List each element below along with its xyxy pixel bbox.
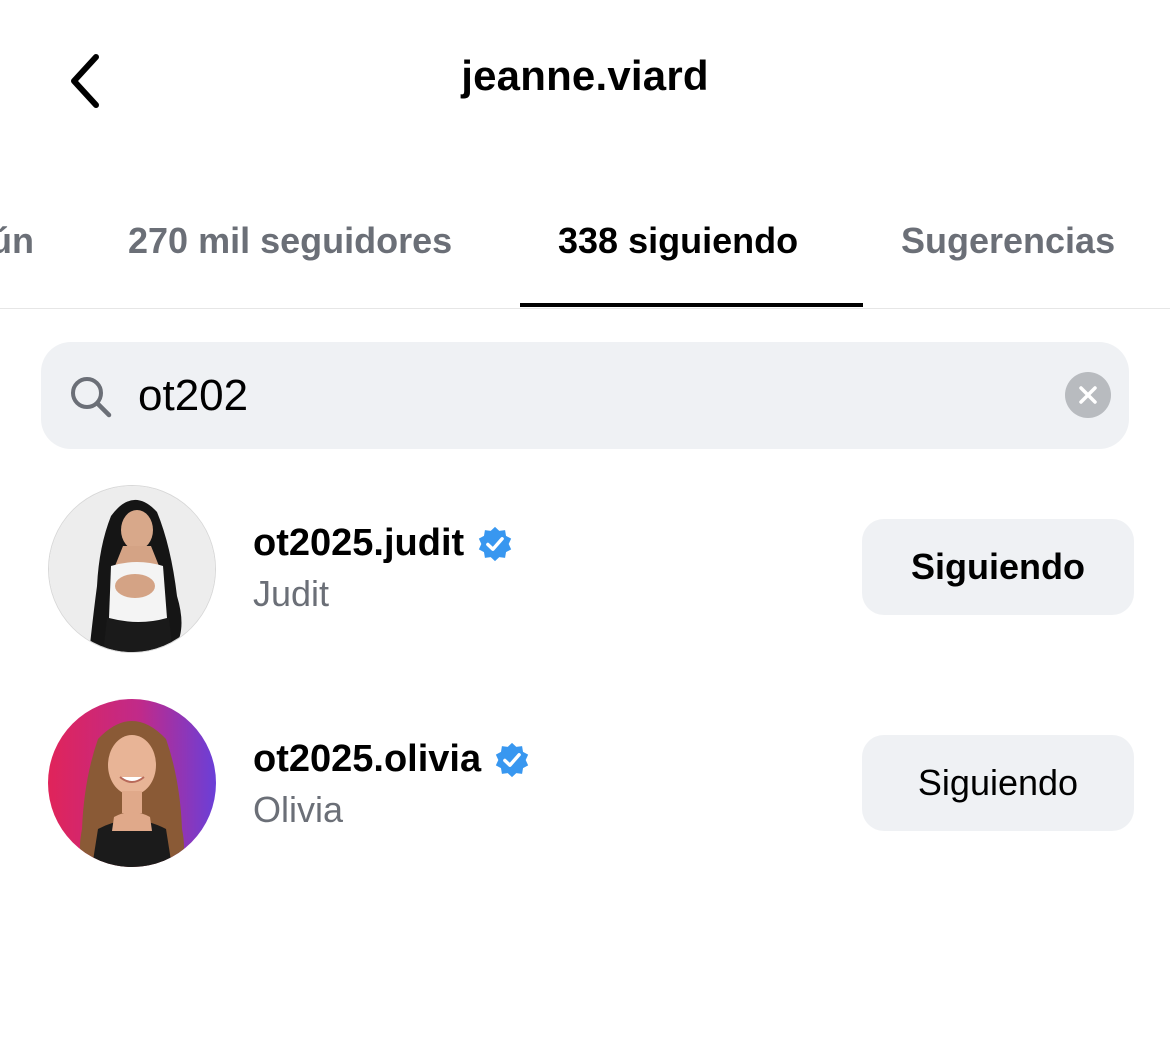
following-button[interactable]: Siguiendo bbox=[862, 735, 1134, 831]
username[interactable]: ot2025.judit bbox=[253, 522, 464, 565]
top-bar: jeanne.viard bbox=[0, 0, 1170, 160]
username[interactable]: ot2025.olivia bbox=[253, 738, 481, 781]
username-row: ot2025.olivia bbox=[253, 738, 531, 781]
list-item[interactable]: ot2025.olivia Olivia Siguiendo bbox=[0, 686, 1170, 886]
username-row: ot2025.judit bbox=[253, 522, 514, 565]
clear-icon bbox=[1079, 386, 1097, 404]
avatar[interactable] bbox=[48, 485, 216, 653]
clear-search-button[interactable] bbox=[1065, 372, 1111, 418]
verified-badge-icon bbox=[479, 526, 512, 561]
tab-following[interactable]: 338 siguiendo bbox=[558, 220, 798, 262]
list-item[interactable]: ot2025.judit Judit Siguiendo bbox=[0, 470, 1170, 670]
verified-badge-icon bbox=[495, 742, 529, 777]
following-button[interactable]: Siguiendo bbox=[862, 519, 1134, 615]
tab-bar: ún 270 mil seguidores 338 siguiendo Suge… bbox=[0, 190, 1170, 309]
tab-mutual[interactable]: ún bbox=[0, 220, 34, 262]
full-name: Judit bbox=[253, 573, 330, 614]
page-title: jeanne.viard bbox=[461, 52, 709, 99]
tab-suggestions[interactable]: Sugerencias bbox=[901, 220, 1115, 262]
tab-followers[interactable]: 270 mil seguidores bbox=[128, 220, 452, 262]
avatar[interactable] bbox=[48, 699, 216, 867]
search-icon bbox=[71, 377, 112, 418]
active-tab-indicator bbox=[520, 303, 863, 307]
search-input[interactable] bbox=[138, 362, 1018, 430]
full-name: Olivia bbox=[253, 789, 344, 830]
